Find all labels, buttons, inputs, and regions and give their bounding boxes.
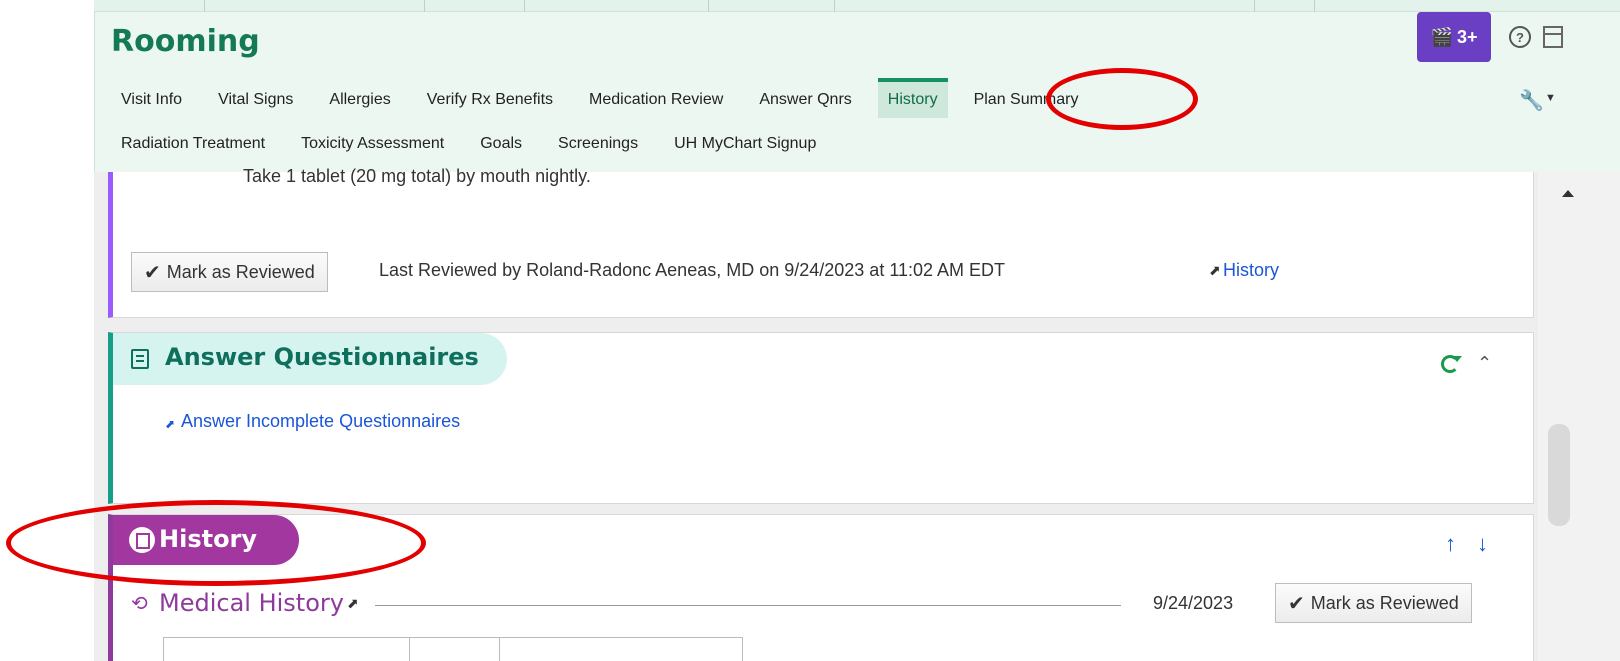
top-tab-strip: [94, 0, 1620, 12]
tab-answer-qnrs[interactable]: Answer Qnrs: [749, 82, 861, 118]
tab-edge: [1314, 0, 1315, 12]
tab-allergies[interactable]: Allergies: [319, 82, 400, 118]
tabs-row-1: Visit Info Vital Signs Allergies Verify …: [111, 78, 1104, 118]
medication-sig-text: Take 1 tablet (20 mg total) by mouth nig…: [243, 166, 591, 186]
questionnaire-icon: [131, 349, 149, 369]
tab-edge: [524, 0, 525, 12]
page-title: Rooming: [111, 24, 260, 59]
chevron-down-icon[interactable]: ▼: [1545, 92, 1556, 104]
annotation-circle-history-section: [6, 500, 426, 586]
panel-toggle-icon[interactable]: [1543, 26, 1563, 48]
mark-as-reviewed-label: Mark as Reviewed: [166, 261, 315, 282]
tab-verify-rx-benefits[interactable]: Verify Rx Benefits: [417, 82, 563, 118]
tab-vital-signs[interactable]: Vital Signs: [208, 82, 303, 118]
arrow-up-icon[interactable]: ↑: [1445, 531, 1456, 557]
history-link[interactable]: History: [1223, 260, 1279, 281]
checkmark-icon: ✔: [144, 261, 161, 284]
tab-edge: [424, 0, 425, 12]
external-link-icon[interactable]: ⬈: [347, 595, 359, 612]
refresh-icon[interactable]: [1441, 355, 1462, 373]
tab-uh-mychart-signup[interactable]: UH MyChart Signup: [664, 126, 826, 162]
activity-header: Rooming 🎬 3+ ? Visit Info Vital Signs Al…: [94, 12, 1620, 172]
tab-history[interactable]: History: [877, 78, 948, 118]
answer-questionnaires-card: Answer Questionnaires ⌃ ⬈ Answer Incompl…: [108, 332, 1534, 504]
divider: [375, 605, 1121, 606]
wrench-icon[interactable]: 🔧: [1519, 88, 1544, 113]
scrollbar-thumb[interactable]: [1548, 424, 1570, 526]
scrollbar-track[interactable]: [1538, 172, 1620, 661]
tab-edge: [1254, 0, 1255, 12]
medical-history-title[interactable]: Medical History: [159, 589, 344, 617]
medical-history-mark-as-reviewed-button[interactable]: ✔ Mark as Reviewed: [1275, 583, 1472, 623]
tab-edge: [834, 0, 835, 12]
tab-radiation-treatment[interactable]: Radiation Treatment: [111, 126, 275, 162]
collapse-icon[interactable]: ⌃: [1477, 353, 1492, 374]
external-link-icon: ⬈: [1209, 262, 1221, 278]
tab-visit-info[interactable]: Visit Info: [111, 82, 192, 118]
external-link-icon: ⬈: [165, 417, 176, 431]
medication-review-card: Take 1 tablet (20 mg total) by mouth nig…: [108, 166, 1534, 318]
tab-edge: [708, 0, 709, 12]
last-reviewed-text: Last Reviewed by Roland-Radonc Aeneas, M…: [379, 260, 1006, 280]
reviewed-date: 9/24/2023: [1153, 593, 1234, 613]
tab-medication-review[interactable]: Medication Review: [579, 82, 733, 118]
annotation-circle-history-tab: [1046, 68, 1198, 130]
rooming-activity: Rooming 🎬 3+ ? Visit Info Vital Signs Al…: [0, 0, 1620, 661]
clapperboard-icon: 🎬: [1430, 26, 1453, 47]
notification-badge[interactable]: 🎬 3+: [1417, 12, 1491, 62]
tab-toxicity-assessment[interactable]: Toxicity Assessment: [291, 126, 454, 162]
medical-history-table: [163, 637, 743, 661]
section-title: Answer Questionnaires: [165, 343, 479, 371]
help-icon[interactable]: ?: [1509, 26, 1531, 48]
answer-incomplete-questionnaires-link[interactable]: Answer Incomplete Questionnaires: [181, 411, 460, 432]
arrow-down-icon[interactable]: ↓: [1477, 531, 1488, 557]
mark-as-reviewed-label: Mark as Reviewed: [1310, 592, 1459, 613]
tab-screenings[interactable]: Screenings: [548, 126, 648, 162]
checkmark-icon: ✔: [1288, 592, 1305, 615]
tab-edge: [204, 0, 205, 12]
history-clock-icon: ⟲: [131, 593, 148, 615]
tab-goals[interactable]: Goals: [470, 126, 532, 162]
mark-as-reviewed-button[interactable]: ✔ Mark as Reviewed: [131, 252, 328, 292]
tabs-row-2: Radiation Treatment Toxicity Assessment …: [111, 126, 842, 162]
badge-count: 3+: [1456, 26, 1478, 47]
scroll-up-icon[interactable]: [1562, 190, 1574, 197]
questionnaires-header: Answer Questionnaires: [113, 333, 507, 385]
